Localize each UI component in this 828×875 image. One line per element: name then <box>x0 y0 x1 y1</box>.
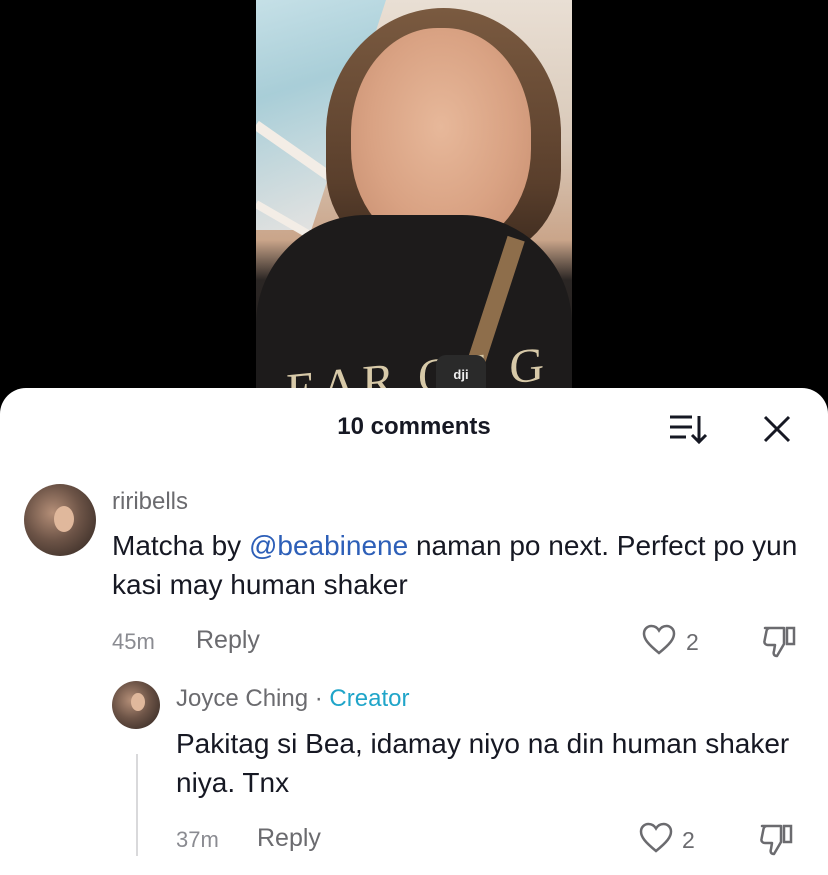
separator-dot: · <box>314 685 323 712</box>
sort-icon <box>670 415 708 445</box>
like-button[interactable] <box>642 624 676 656</box>
heart-icon <box>642 624 676 655</box>
like-button[interactable] <box>639 822 673 854</box>
comments-sheet: 10 comments riribells Matcha by @beabine… <box>0 388 828 875</box>
close-icon <box>763 415 791 443</box>
reply-button[interactable]: Reply <box>196 626 260 655</box>
avatar-face <box>131 693 145 711</box>
comment-text: Matcha by @beabinene naman po next. Perf… <box>112 526 802 604</box>
comment-text-part: Matcha by <box>112 530 249 561</box>
reply-button[interactable]: Reply <box>257 824 321 853</box>
comment-time: 45m <box>112 629 155 654</box>
comment-username[interactable]: riribells <box>112 488 188 516</box>
dislike-button[interactable] <box>759 822 795 856</box>
heart-icon <box>639 822 673 853</box>
reply-time: 37m <box>176 827 219 852</box>
like-count: 2 <box>686 629 699 655</box>
avatar[interactable] <box>24 484 96 556</box>
thumbs-down-icon <box>760 824 793 856</box>
creator-avatar[interactable] <box>112 681 160 729</box>
sort-button[interactable] <box>668 412 708 446</box>
like-count: 2 <box>682 827 695 853</box>
creator-name[interactable]: Joyce Ching <box>176 685 308 712</box>
video-player[interactable]: EAR OF G dji <box>256 0 572 400</box>
avatar-face <box>54 506 74 532</box>
mention-link[interactable]: @beabinene <box>249 530 408 561</box>
reply-username: Joyce Ching · Creator <box>176 685 409 713</box>
creator-badge: Creator <box>329 685 410 712</box>
reply-text: Pakitag si Bea, idamay niyo na din human… <box>176 728 790 798</box>
dislike-button[interactable] <box>762 624 798 658</box>
thumbs-down-icon <box>763 626 796 658</box>
thread-line <box>136 754 138 856</box>
close-button[interactable] <box>760 412 794 446</box>
